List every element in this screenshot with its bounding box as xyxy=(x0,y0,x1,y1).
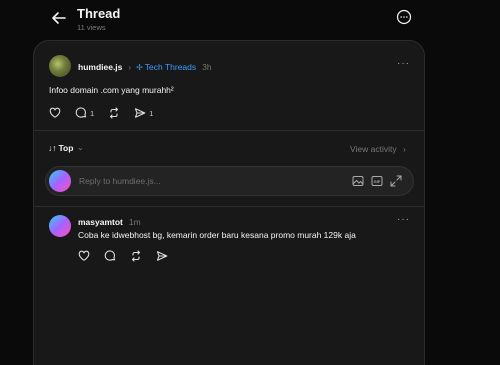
expand-icon[interactable] xyxy=(390,175,402,187)
post-text: Infoo domain .com yang murahh² xyxy=(49,85,174,95)
view-count: 11 views xyxy=(77,23,106,32)
view-activity-link[interactable]: View activity › xyxy=(350,144,406,154)
reply-actions xyxy=(78,250,182,262)
svg-text:GIF: GIF xyxy=(374,179,381,184)
reply-header: masyamtot 1m xyxy=(78,216,141,228)
post-author-name[interactable]: humdiee.js xyxy=(78,62,122,72)
view-activity-label: View activity xyxy=(350,144,397,154)
sort-arrows-icon: ↓↑ xyxy=(48,143,57,153)
reply-author-avatar[interactable] xyxy=(49,215,71,237)
share-button[interactable] xyxy=(156,250,168,262)
like-button[interactable] xyxy=(78,250,90,262)
reply-button[interactable]: 1 xyxy=(75,107,94,119)
reply-button[interactable] xyxy=(104,250,116,262)
send-icon xyxy=(135,108,146,118)
post-topic-link[interactable]: Tech Threads xyxy=(145,62,196,72)
like-button[interactable] xyxy=(49,107,61,119)
post-time: 3h xyxy=(202,62,212,72)
image-icon[interactable] xyxy=(352,175,364,187)
chevron-down-icon: ⌄ xyxy=(77,145,84,152)
chevron-right-icon: › xyxy=(402,144,406,154)
share-count: 1 xyxy=(149,108,154,118)
reply-time: 1m xyxy=(128,217,141,227)
current-user-avatar xyxy=(49,170,71,192)
thread-panel: humdiee.js › ✢ Tech Threads 3h ··· Infoo… xyxy=(33,40,425,365)
comment-icon xyxy=(75,107,87,118)
repost-button[interactable] xyxy=(130,250,142,262)
repost-icon xyxy=(110,107,119,119)
reply-composer: GIF xyxy=(45,166,414,196)
sort-bar: ↓↑ Top ⌄ View activity › xyxy=(34,141,424,159)
chevron-right-icon: › xyxy=(128,62,132,72)
post-more-icon[interactable]: ··· xyxy=(397,59,410,69)
reply-text: Coba ke idwebhost bg, kemarin order baru… xyxy=(78,230,356,240)
reply-tools: GIF xyxy=(352,175,409,187)
more-options-circle-icon[interactable] xyxy=(396,9,412,25)
comment-icon xyxy=(104,250,116,261)
reply-more-icon[interactable]: ··· xyxy=(397,215,410,225)
send-icon xyxy=(156,251,168,261)
sort-dropdown[interactable]: ↓↑ Top ⌄ xyxy=(48,143,83,153)
sort-label: Top xyxy=(58,143,74,153)
topic-icon: ✢ xyxy=(136,62,143,72)
repost-button[interactable] xyxy=(108,107,120,119)
divider xyxy=(34,130,424,131)
repost-icon xyxy=(131,250,141,262)
page-title: Thread xyxy=(77,6,121,21)
heart-icon xyxy=(78,250,90,261)
title-block: Thread 11 views xyxy=(77,6,120,33)
back-arrow-icon[interactable] xyxy=(50,9,68,27)
original-post: humdiee.js › ✢ Tech Threads 3h ··· Infoo… xyxy=(34,41,424,131)
top-bar: Thread 11 views xyxy=(0,0,500,38)
post-actions: 1 1 xyxy=(49,107,167,119)
gif-icon[interactable]: GIF xyxy=(371,175,383,187)
heart-icon xyxy=(49,107,61,118)
reply-author-name[interactable]: masyamtot xyxy=(78,217,123,227)
reply-post: masyamtot 1m ··· Coba ke idwebhost bg, k… xyxy=(34,207,424,267)
reply-input[interactable] xyxy=(79,175,339,187)
reply-count: 1 xyxy=(90,108,95,118)
post-header: humdiee.js › ✢ Tech Threads 3h xyxy=(78,61,212,73)
share-button[interactable]: 1 xyxy=(134,107,153,119)
author-avatar[interactable] xyxy=(49,55,71,77)
